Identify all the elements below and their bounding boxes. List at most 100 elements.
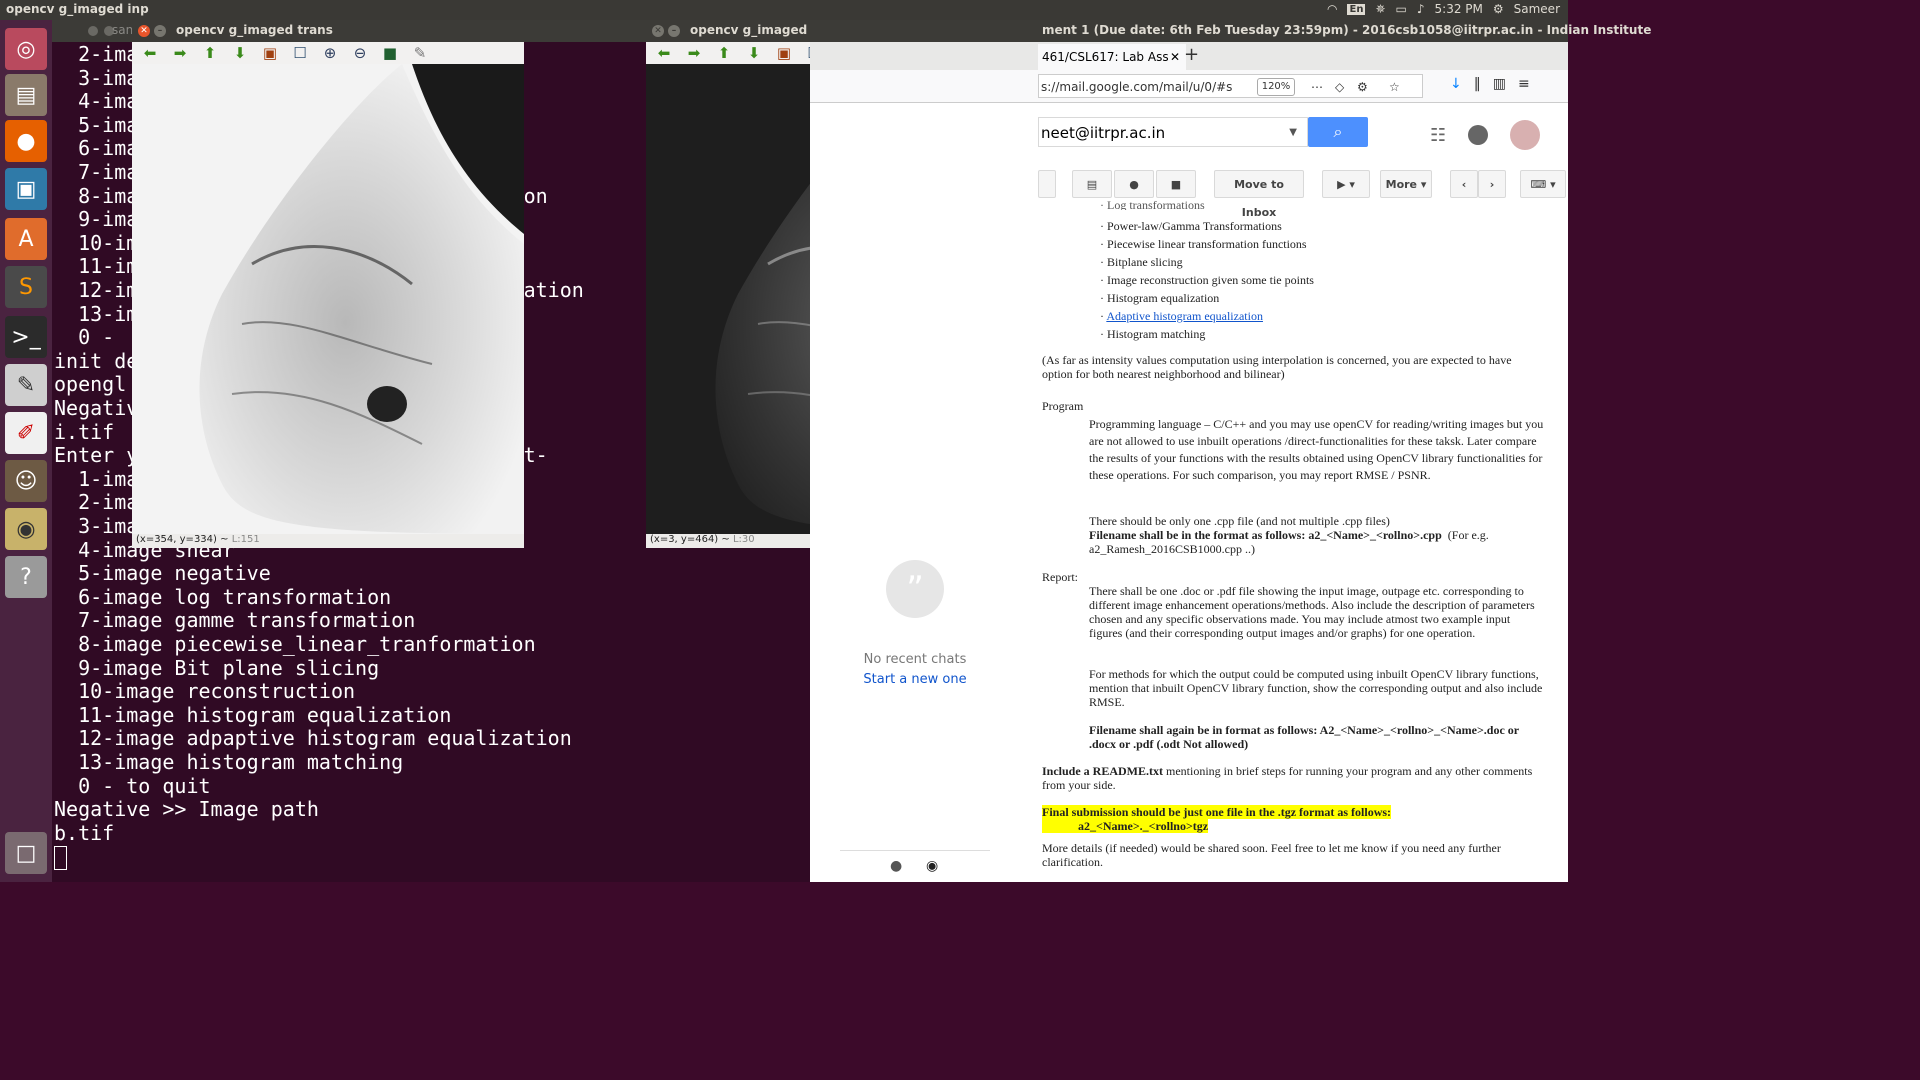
terminal-line: 9-image Bit plane slicing bbox=[54, 655, 380, 680]
pan-left-icon[interactable]: ⬅ bbox=[140, 44, 160, 62]
pan-right-icon[interactable]: ➡ bbox=[684, 44, 704, 62]
technique-label: Power-law/Gamma Transformations bbox=[1107, 219, 1282, 233]
extension-icon[interactable]: ⚙ bbox=[1357, 75, 1368, 99]
minimize-icon[interactable]: – bbox=[668, 25, 680, 37]
gmail-search-input[interactable]: neet@iitrpr.ac.in ▼ bbox=[1038, 117, 1308, 147]
opencv-trans-window[interactable]: ✕ – opencv g_imaged trans ⬅ ➡ ⬆ ⬇ ▣ ☐ ⊕ … bbox=[132, 20, 524, 548]
gimp-icon[interactable]: ☺ bbox=[5, 460, 47, 502]
pixel-coordinates: (x=3, y=464) ~ bbox=[650, 534, 730, 545]
zoom-out-icon[interactable]: ⊖ bbox=[350, 44, 370, 62]
terminal-line: 0 - bbox=[54, 325, 127, 350]
library-icon[interactable]: ‖ bbox=[1474, 76, 1481, 92]
battery-icon[interactable]: ▭ bbox=[1396, 2, 1407, 16]
close-tab-icon[interactable]: ✕ bbox=[1170, 44, 1180, 70]
pan-up-icon[interactable]: ⬆ bbox=[714, 44, 734, 62]
page-actions-icon[interactable]: ⋯ bbox=[1311, 75, 1323, 99]
more-button[interactable]: More ▾ bbox=[1380, 170, 1432, 198]
delete-button[interactable]: ■ bbox=[1156, 170, 1196, 198]
newer-button[interactable]: ‹ bbox=[1450, 170, 1478, 198]
pan-down-icon[interactable]: ⬇ bbox=[230, 44, 250, 62]
pan-left-icon[interactable]: ⬅ bbox=[654, 44, 674, 62]
report-spam-button[interactable]: ● bbox=[1114, 170, 1154, 198]
zoom-original-icon[interactable]: ☐ bbox=[290, 44, 310, 62]
pan-right-icon[interactable]: ➡ bbox=[170, 44, 190, 62]
search-button[interactable]: ⌕ bbox=[1308, 117, 1368, 147]
save-icon[interactable]: ■ bbox=[380, 44, 400, 62]
move-to-inbox-button[interactable]: Move to Inbox bbox=[1214, 170, 1304, 219]
contacts-icon[interactable]: ● bbox=[890, 858, 902, 874]
technique-list-item: · Histogram equalization bbox=[1100, 291, 1219, 305]
volume-icon[interactable]: ♪ bbox=[1417, 2, 1425, 16]
cpp-note: There should be only one .cpp file (and … bbox=[1089, 514, 1390, 528]
url-bar[interactable]: s://mail.google.com/mail/u/0/#s 120% ⋯ ◇… bbox=[1038, 74, 1423, 98]
terminal-line: 3-ima bbox=[54, 65, 139, 90]
zoom-in-icon[interactable]: ⊕ bbox=[320, 44, 340, 62]
terminal-line: opengl bbox=[54, 372, 139, 397]
workspace-switcher-icon[interactable]: ▣ bbox=[5, 168, 47, 210]
archive-button[interactable]: ▤ bbox=[1072, 170, 1112, 198]
close-icon[interactable]: ✕ bbox=[138, 25, 150, 37]
start-new-chat-link[interactable]: Start a new one bbox=[840, 672, 990, 687]
properties-icon[interactable]: ✎ bbox=[410, 44, 430, 62]
search-input-value: neet@iitrpr.ac.in bbox=[1041, 124, 1166, 142]
hangouts-icon[interactable]: ◉ bbox=[926, 858, 938, 874]
new-tab-icon[interactable]: + bbox=[1184, 44, 1199, 65]
terminal-icon[interactable]: >_ bbox=[5, 316, 47, 358]
clock[interactable]: 5:32 PM bbox=[1435, 2, 1483, 16]
bullet-dot: · bbox=[1100, 327, 1107, 341]
minimize-icon[interactable]: – bbox=[154, 25, 166, 37]
ubuntu-logo-icon[interactable]: ◎ bbox=[5, 28, 47, 70]
pixel-level: L:151 bbox=[231, 534, 260, 545]
trash-icon[interactable]: □ bbox=[5, 832, 47, 874]
select-checkbox-button[interactable] bbox=[1038, 170, 1056, 198]
bookmark-star-icon[interactable]: ☆ bbox=[1389, 75, 1400, 99]
software-center-icon[interactable]: A bbox=[5, 218, 47, 260]
more-label: More bbox=[1385, 178, 1418, 191]
terminal-cursor[interactable] bbox=[54, 845, 67, 870]
input-tools-button[interactable]: ⌨ ▾ bbox=[1520, 170, 1566, 198]
sidebar-icon[interactable]: ▥ bbox=[1493, 76, 1506, 92]
document-viewer-icon[interactable]: ✐ bbox=[5, 412, 47, 454]
files-icon[interactable]: ▤ bbox=[5, 74, 47, 116]
filename-again: Filename shall again be in format as fol… bbox=[1089, 723, 1519, 751]
older-button[interactable]: › bbox=[1478, 170, 1506, 198]
text-editor-icon[interactable]: ✎ bbox=[5, 364, 47, 406]
terminal-line: Negative >> Image path bbox=[54, 797, 319, 822]
close-icon[interactable] bbox=[88, 26, 98, 36]
firefox-icon[interactable]: ● bbox=[5, 120, 47, 162]
gear-icon[interactable]: ⚙ bbox=[1493, 2, 1504, 16]
terminal-line: 8-image piecewise_linear_tranformation bbox=[54, 632, 536, 656]
pan-up-icon[interactable]: ⬆ bbox=[200, 44, 220, 62]
image-viewer-icon[interactable]: ◉ bbox=[5, 508, 47, 550]
apps-grid-icon[interactable]: ☷ bbox=[1430, 125, 1446, 146]
pocket-icon[interactable]: ◇ bbox=[1335, 75, 1344, 99]
zoom-fit-icon[interactable]: ▣ bbox=[774, 44, 794, 62]
active-window-title: opencv g_imaged inp bbox=[6, 2, 149, 16]
technique-label: Image reconstruction given some tie poin… bbox=[1107, 273, 1314, 287]
zoom-fit-icon[interactable]: ▣ bbox=[260, 44, 280, 62]
sublime-text-icon[interactable]: S bbox=[5, 266, 47, 308]
pan-down-icon[interactable]: ⬇ bbox=[744, 44, 764, 62]
labels-button[interactable]: ▶ ▾ bbox=[1322, 170, 1370, 198]
terminal-line: 6-image log transformation bbox=[54, 584, 392, 609]
chevron-right-icon: › bbox=[1489, 178, 1495, 191]
zoom-indicator[interactable]: 120% bbox=[1257, 78, 1295, 96]
menu-icon[interactable]: ≡ bbox=[1518, 76, 1530, 92]
notifications-icon[interactable] bbox=[1468, 125, 1489, 145]
user-name[interactable]: Sameer bbox=[1514, 2, 1560, 16]
tab-gmail[interactable]: 461/CSL617: Lab Ass ✕ bbox=[1038, 44, 1186, 70]
bluetooth-icon[interactable]: ✵ bbox=[1375, 2, 1385, 16]
pixel-coordinates: (x=354, y=334) ~ bbox=[136, 534, 229, 545]
wifi-icon[interactable]: ◠ bbox=[1327, 2, 1337, 16]
terminal-line: 12-image adpaptive histogram equalizatio… bbox=[54, 726, 572, 751]
avatar[interactable] bbox=[1510, 120, 1541, 150]
adaptive-histogram-link[interactable]: Adaptive histogram equalization bbox=[1106, 309, 1263, 323]
downloads-icon[interactable]: ↓ bbox=[1450, 76, 1462, 92]
keyboard-layout-indicator[interactable]: En bbox=[1347, 3, 1366, 15]
help-icon[interactable]: ? bbox=[5, 556, 47, 598]
firefox-window[interactable]: ment 1 (Due date: 6th Feb Tuesday 23:59p… bbox=[810, 20, 1651, 882]
close-icon[interactable]: ✕ bbox=[652, 25, 664, 37]
terminal-line: i.tif bbox=[54, 419, 115, 444]
trash-icon: ■ bbox=[1170, 178, 1182, 191]
search-options-icon[interactable]: ▼ bbox=[1289, 118, 1297, 148]
